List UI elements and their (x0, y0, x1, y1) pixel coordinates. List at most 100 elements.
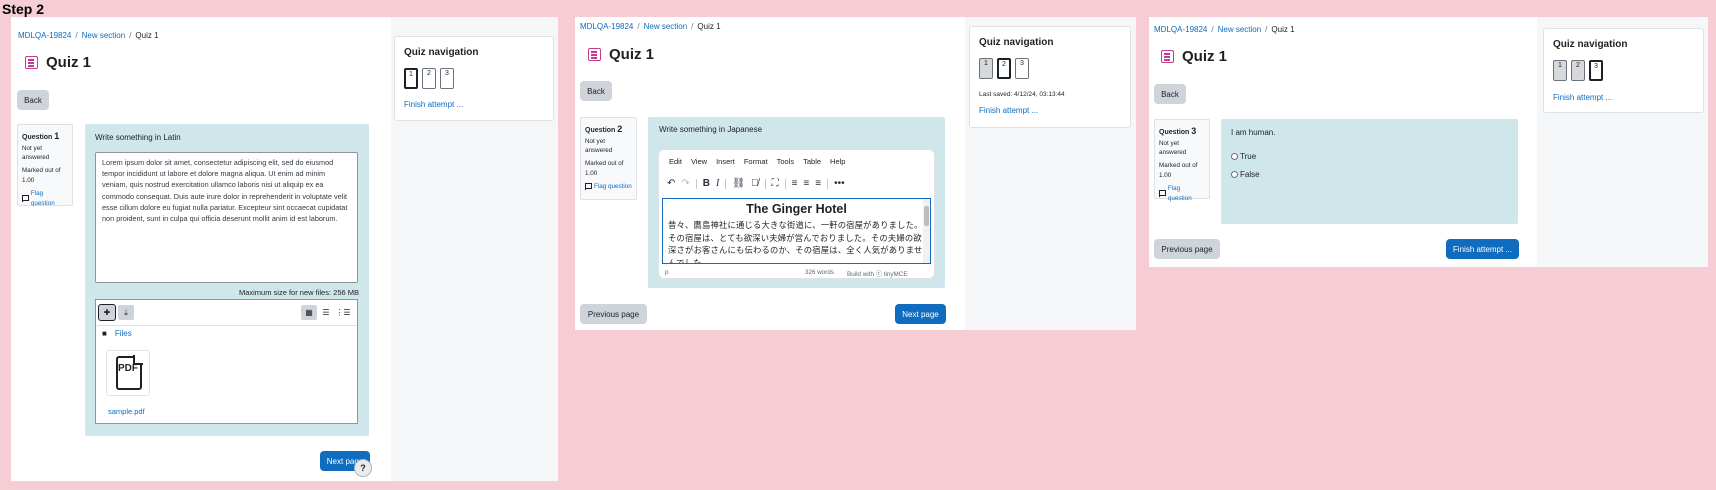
back-button[interactable]: Back (580, 81, 612, 101)
flag-icon (585, 183, 592, 191)
redo-icon[interactable]: ↷ (681, 178, 689, 189)
view-list-button[interactable]: ☰ (318, 305, 334, 320)
nav-question-2[interactable]: 2 (1571, 60, 1585, 81)
flag-question-link[interactable]: Flag question (22, 189, 68, 208)
menu-insert[interactable]: Insert (716, 157, 735, 166)
breadcrumb: MDLQA-19824/New section / Quiz 1 (580, 22, 721, 31)
menu-help[interactable]: Help (830, 157, 845, 166)
breadcrumb-section[interactable]: New section (1218, 25, 1262, 34)
page-title: Quiz 1 (588, 46, 654, 63)
breadcrumb-course[interactable]: MDLQA-19824 (580, 22, 633, 31)
breadcrumb-course[interactable]: MDLQA-19824 (1154, 25, 1207, 34)
nav-question-3[interactable]: 3 (1015, 58, 1029, 79)
fullscreen-icon[interactable]: ⛶ (772, 178, 779, 189)
step-title: Step 2 (2, 1, 45, 17)
menu-edit[interactable]: Edit (669, 157, 682, 166)
nav-question-3[interactable]: 3 (440, 68, 454, 89)
nav-question-1[interactable]: 1 (404, 68, 418, 89)
flag-question-link[interactable]: Flag question (585, 182, 632, 191)
breadcrumb-course[interactable]: MDLQA-19824 (18, 31, 71, 40)
quiz-navigation-panel: Quiz navigation 1 2 3 Finish attempt ... (394, 36, 554, 121)
nav-title: Quiz navigation (979, 37, 1054, 48)
nav-question-1[interactable]: 1 (1553, 60, 1567, 81)
radio-false[interactable] (1231, 171, 1238, 178)
breadcrumb: MDLQA-19824/New section / Quiz 1 (1154, 25, 1295, 34)
download-all-button[interactable]: ⤓ (118, 305, 134, 320)
previous-page-button[interactable]: Previous page (1154, 239, 1220, 259)
align-right-icon[interactable]: ≡ (815, 178, 821, 189)
menu-format[interactable]: Format (744, 157, 768, 166)
unlink-icon[interactable]: ⛓̸ (751, 178, 759, 189)
editor-statusbar: p 326 words Build with ⓣ tinyMCE (665, 269, 928, 278)
editor-toolbar: ↶ ↷ B I ⛓ ⛓̸ ⛶ ≡ ≡ ≡ ••• (667, 178, 845, 189)
link-icon[interactable]: ⛓ (732, 178, 745, 189)
element-path[interactable]: p (665, 269, 669, 276)
editor-heading: The Ginger Hotel (746, 202, 847, 216)
nav-title: Quiz navigation (404, 47, 479, 58)
screenshot-question-2: MDLQA-19824/New section / Quiz 1 Quiz 1 Ba… (575, 17, 1136, 330)
view-tree-button[interactable]: ⋮☰ (335, 305, 351, 320)
question-mark-icon: ? (360, 463, 366, 473)
folder-icon: ■ (102, 329, 107, 338)
editor-paragraph: 昔々、鷹島神社に通じる大きな街道に、一軒の宿屋がありました。その宿屋は、とても欲… (668, 220, 923, 264)
breadcrumb-current: Quiz 1 (697, 22, 721, 31)
quiz-navigation-panel: Quiz navigation 1 2 3 Finish attempt ... (1543, 28, 1704, 113)
finish-attempt-link[interactable]: Finish attempt ... (1553, 93, 1612, 102)
option-true[interactable]: True (1231, 152, 1256, 161)
nav-question-1[interactable]: 1 (979, 58, 993, 79)
align-center-icon[interactable]: ≡ (803, 178, 809, 189)
back-button[interactable]: Back (1154, 84, 1186, 104)
align-left-icon[interactable]: ≡ (792, 178, 798, 189)
editor-content-area[interactable]: The Ginger Hotel 昔々、鷹島神社に通じる大きな街道に、一軒の宿屋… (662, 198, 931, 264)
breadcrumb-current: Quiz 1 (1271, 25, 1295, 34)
finish-attempt-link[interactable]: Finish attempt ... (979, 106, 1038, 115)
menu-tools[interactable]: Tools (777, 157, 795, 166)
help-button[interactable]: ? (354, 459, 372, 477)
last-saved: Last saved: 4/12/24, 03:13:44 (979, 91, 1065, 98)
question-text: I am human. (1231, 128, 1276, 137)
more-icon[interactable]: ••• (834, 178, 845, 189)
option-false[interactable]: False (1231, 170, 1260, 179)
menu-table[interactable]: Table (803, 157, 821, 166)
max-file-size: Maximum size for new files: 256 MB (238, 288, 359, 297)
grid-icon: ▦ (305, 308, 313, 317)
screenshot-question-1: MDLQA-19824/New section / Quiz 1 Quiz 1 Ba… (11, 17, 558, 481)
next-page-button[interactable]: Next page (895, 304, 946, 324)
previous-page-button[interactable]: Previous page (580, 304, 647, 324)
answer-textarea[interactable]: Lorem ipsum dolor sit amet, consectetur … (95, 152, 358, 283)
pdf-file-icon[interactable]: PDF (106, 350, 150, 396)
nav-question-3[interactable]: 3 (1589, 60, 1603, 81)
file-name-link[interactable]: sample.pdf (108, 407, 145, 416)
question-text: Write something in Latin (95, 133, 181, 142)
nav-question-2[interactable]: 2 (422, 68, 436, 89)
view-icons-button[interactable]: ▦ (301, 305, 317, 320)
menu-view[interactable]: View (691, 157, 707, 166)
screenshot-question-3: MDLQA-19824/New section / Quiz 1 Quiz 1 Ba… (1149, 17, 1708, 267)
quiz-navigation-panel: Quiz navigation 1 2 3 Last saved: 4/12/2… (969, 26, 1131, 128)
question-info: Question 3 Not yet answered Marked out o… (1154, 119, 1210, 202)
radio-true[interactable] (1231, 153, 1238, 160)
add-file-button[interactable]: ✚ (98, 304, 116, 321)
tinymce-branding[interactable]: Build with ⓣ tinyMCE (847, 269, 908, 278)
back-button[interactable]: Back (17, 90, 49, 110)
question-content: I am human. True False (1221, 119, 1518, 224)
files-path: ■ Files (102, 329, 132, 338)
add-file-icon: ✚ (103, 308, 111, 317)
editor-scrollbar[interactable] (923, 199, 930, 263)
breadcrumb: MDLQA-19824/New section / Quiz 1 (18, 31, 159, 40)
flag-question-link[interactable]: Flag question (1159, 184, 1205, 203)
word-count[interactable]: 326 words (805, 269, 834, 276)
page-title: Quiz 1 (1161, 48, 1227, 65)
editor-menubar: Edit View Insert Format Tools Table Help (669, 157, 845, 166)
finish-attempt-button[interactable]: Finish attempt ... (1446, 239, 1519, 259)
breadcrumb-section[interactable]: New section (644, 22, 688, 31)
question-info: Question 1 Not yet answered Marked out o… (17, 124, 73, 208)
files-folder-link[interactable]: Files (115, 329, 132, 338)
tree-icon: ⋮☰ (335, 308, 351, 317)
bold-icon[interactable]: B (703, 178, 710, 189)
nav-question-2[interactable]: 2 (997, 58, 1011, 79)
finish-attempt-link[interactable]: Finish attempt ... (404, 100, 463, 109)
breadcrumb-section[interactable]: New section (82, 31, 126, 40)
undo-icon[interactable]: ↶ (667, 178, 675, 189)
italic-icon[interactable]: I (716, 178, 719, 189)
